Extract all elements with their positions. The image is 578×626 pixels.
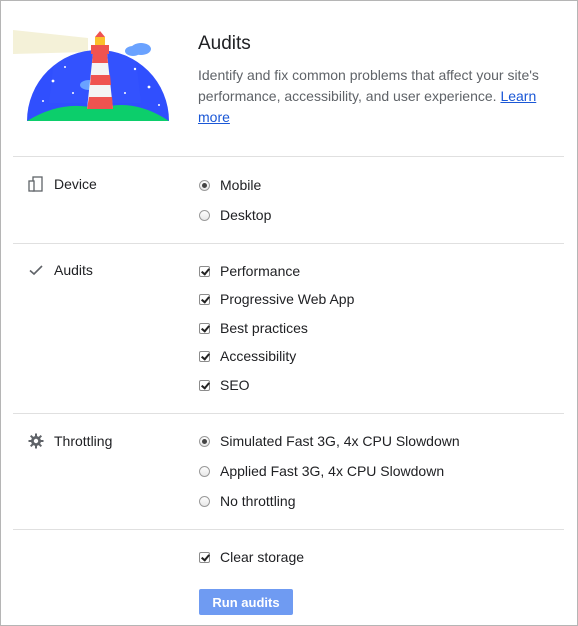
radio-button[interactable] — [199, 465, 210, 477]
option-label: Applied Fast 3G, 4x CPU Slowdown — [220, 463, 445, 479]
option-label: Desktop — [220, 207, 272, 223]
checkbox[interactable] — [199, 322, 210, 334]
audits-label: Audits — [54, 262, 93, 278]
option-label: Accessibility — [220, 348, 297, 364]
checkbox-pwa[interactable]: Progressive Web App — [199, 289, 354, 309]
divider — [13, 156, 564, 157]
checkmark-icon — [28, 262, 44, 278]
checkbox-performance[interactable]: Performance — [199, 261, 300, 281]
radio-applied-throttling[interactable]: Applied Fast 3G, 4x CPU Slowdown — [199, 461, 444, 481]
lighthouse-logo — [13, 23, 183, 121]
radio-button[interactable] — [199, 495, 210, 507]
page-title: Audits — [198, 33, 251, 54]
divider — [13, 243, 564, 244]
radio-no-throttling[interactable]: No throttling — [199, 491, 295, 511]
radio-button[interactable] — [199, 435, 210, 447]
checkbox[interactable] — [199, 265, 210, 277]
device-section-label: Device — [28, 174, 97, 194]
option-label: SEO — [220, 377, 250, 393]
radio-button[interactable] — [199, 209, 210, 221]
page-description: Identify and fix common problems that af… — [198, 65, 558, 128]
throttling-label: Throttling — [54, 433, 113, 449]
radio-mobile[interactable]: Mobile — [199, 175, 261, 195]
option-label: Clear storage — [220, 549, 305, 565]
throttling-section-label: Throttling — [28, 431, 112, 451]
checkbox[interactable] — [199, 293, 210, 305]
divider — [13, 529, 564, 530]
radio-desktop[interactable]: Desktop — [199, 205, 271, 225]
device-label: Device — [54, 176, 97, 192]
option-label: Mobile — [220, 177, 262, 193]
checkbox-clear-storage[interactable]: Clear storage — [199, 547, 304, 567]
radio-simulated-throttling[interactable]: Simulated Fast 3G, 4x CPU Slowdown — [199, 431, 460, 451]
divider — [13, 413, 564, 414]
description-text: Identify and fix common problems that af… — [198, 67, 539, 104]
option-label: Progressive Web App — [220, 291, 355, 307]
run-audits-button[interactable]: Run audits — [199, 589, 293, 615]
gear-icon — [28, 433, 44, 449]
checkbox-seo[interactable]: SEO — [199, 375, 250, 395]
radio-button[interactable] — [199, 179, 210, 191]
option-label: Simulated Fast 3G, 4x CPU Slowdown — [220, 433, 460, 449]
option-label: Performance — [220, 263, 301, 279]
option-label: Best practices — [220, 320, 308, 336]
audits-section-label: Audits — [28, 260, 93, 280]
option-label: No throttling — [220, 493, 296, 509]
checkbox-best-practices[interactable]: Best practices — [199, 318, 308, 338]
checkbox[interactable] — [199, 350, 210, 362]
checkbox[interactable] — [199, 379, 210, 391]
device-icon — [28, 176, 44, 192]
checkbox[interactable] — [199, 551, 210, 563]
checkbox-accessibility[interactable]: Accessibility — [199, 346, 296, 366]
audits-panel: Audits Identify and fix common problems … — [0, 0, 578, 626]
